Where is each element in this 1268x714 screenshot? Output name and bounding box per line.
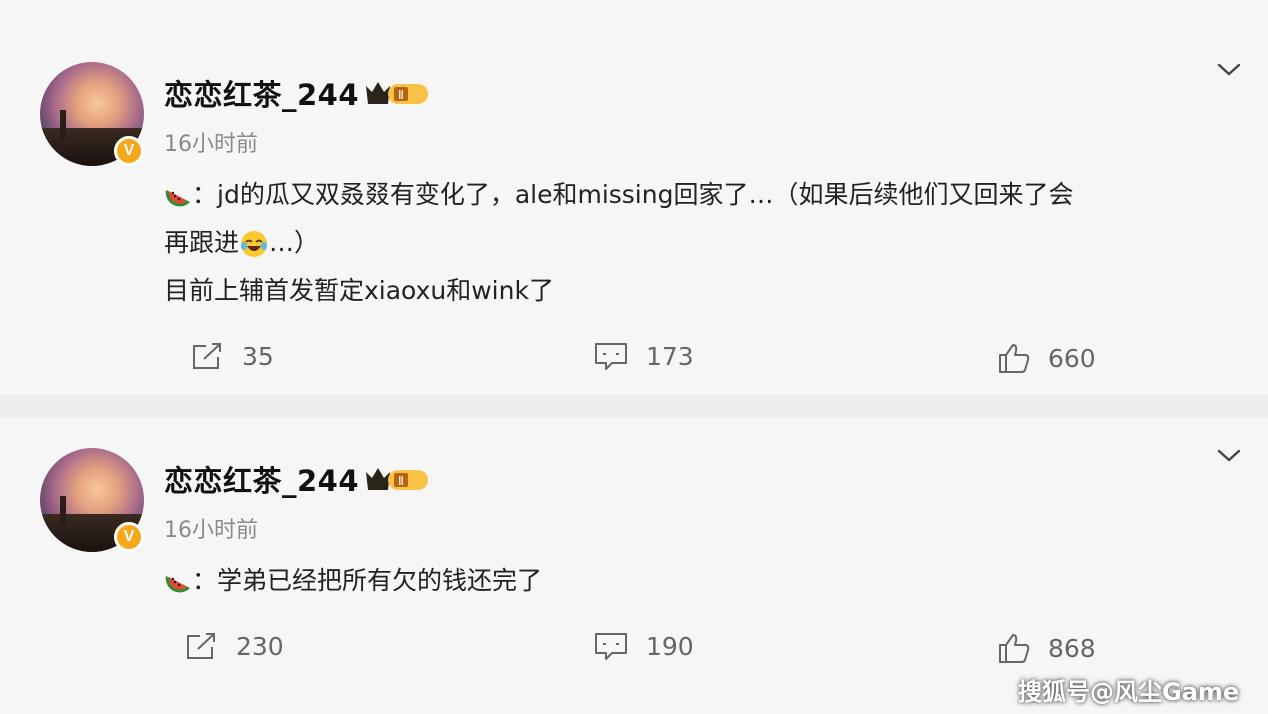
comment-count: 190 — [646, 631, 694, 661]
avatar[interactable]: V — [40, 448, 144, 552]
crown-level-badge: Ⅱ — [366, 82, 428, 104]
comment-button[interactable]: 173 — [594, 338, 694, 374]
avatar[interactable]: V — [40, 62, 144, 166]
like-icon — [999, 634, 1030, 663]
repost-icon — [187, 633, 215, 659]
comment-icon — [595, 343, 627, 370]
content-text-2a: 再跟进 — [164, 228, 240, 257]
timestamp: 16小时前 — [164, 132, 258, 157]
verified-badge: V — [114, 136, 144, 166]
level-badge-text: Ⅱ — [398, 88, 404, 102]
like-button[interactable]: 868 — [998, 630, 1096, 666]
level-badge-text: Ⅱ — [398, 474, 404, 488]
repost-button[interactable]: 35 — [190, 338, 274, 374]
content-text-1: ：jd的瓜又双叒叕有变化了，ale和missing回家了…（如果后续他们又回来了… — [192, 180, 1074, 209]
repost-count: 35 — [242, 341, 274, 371]
chevron-down-icon[interactable] — [1214, 60, 1244, 80]
post-card: V 恋恋红茶_244 Ⅱ 16小时前 ：学弟已经把所有欠的钱还完了 230 19… — [0, 418, 1268, 714]
like-button[interactable]: 660 — [998, 340, 1096, 376]
watermark: 搜狐号@风尘Game — [1018, 678, 1240, 706]
timestamp: 16小时前 — [164, 518, 258, 543]
repost-icon — [193, 343, 221, 369]
comment-icon — [595, 633, 627, 660]
laugh-cry-emoji — [241, 231, 268, 257]
like-icon — [999, 344, 1030, 373]
comment-button[interactable]: 190 — [594, 628, 694, 664]
post-content: ：jd的瓜又双叒叕有变化了，ale和missing回家了…（如果后续他们又回来了… — [164, 171, 1250, 315]
chevron-down-icon[interactable] — [1214, 446, 1244, 466]
post-card: V 恋恋红茶_244 Ⅱ 16小时前 ：jd的瓜又双叒叕有变化了，ale和mis… — [0, 0, 1268, 395]
repost-button[interactable]: 230 — [184, 628, 284, 664]
content-line-1: ：学弟已经把所有欠的钱还完了 — [164, 557, 1250, 605]
repost-count: 230 — [236, 631, 284, 661]
content-line-3: 目前上辅首发暂定xiaoxu和wink了 — [164, 276, 554, 305]
watermelon-icon — [165, 576, 190, 593]
content-text-2b: …） — [269, 228, 320, 257]
watermelon-icon — [165, 190, 190, 207]
verified-badge: V — [114, 522, 144, 552]
content-text-1: ：学弟已经把所有欠的钱还完了 — [192, 566, 543, 595]
content-line-2: 再跟进 …） — [164, 219, 1250, 267]
like-count: 868 — [1048, 633, 1096, 663]
like-count: 660 — [1048, 343, 1096, 373]
username[interactable]: 恋恋红茶_244 — [164, 458, 359, 500]
crown-level-badge: Ⅱ — [366, 468, 428, 490]
content-line-1: ：jd的瓜又双叒叕有变化了，ale和missing回家了…（如果后续他们又回来了… — [164, 171, 1250, 219]
comment-count: 173 — [646, 341, 694, 371]
post-content: ：学弟已经把所有欠的钱还完了 — [164, 557, 1250, 605]
username[interactable]: 恋恋红茶_244 — [164, 72, 359, 114]
